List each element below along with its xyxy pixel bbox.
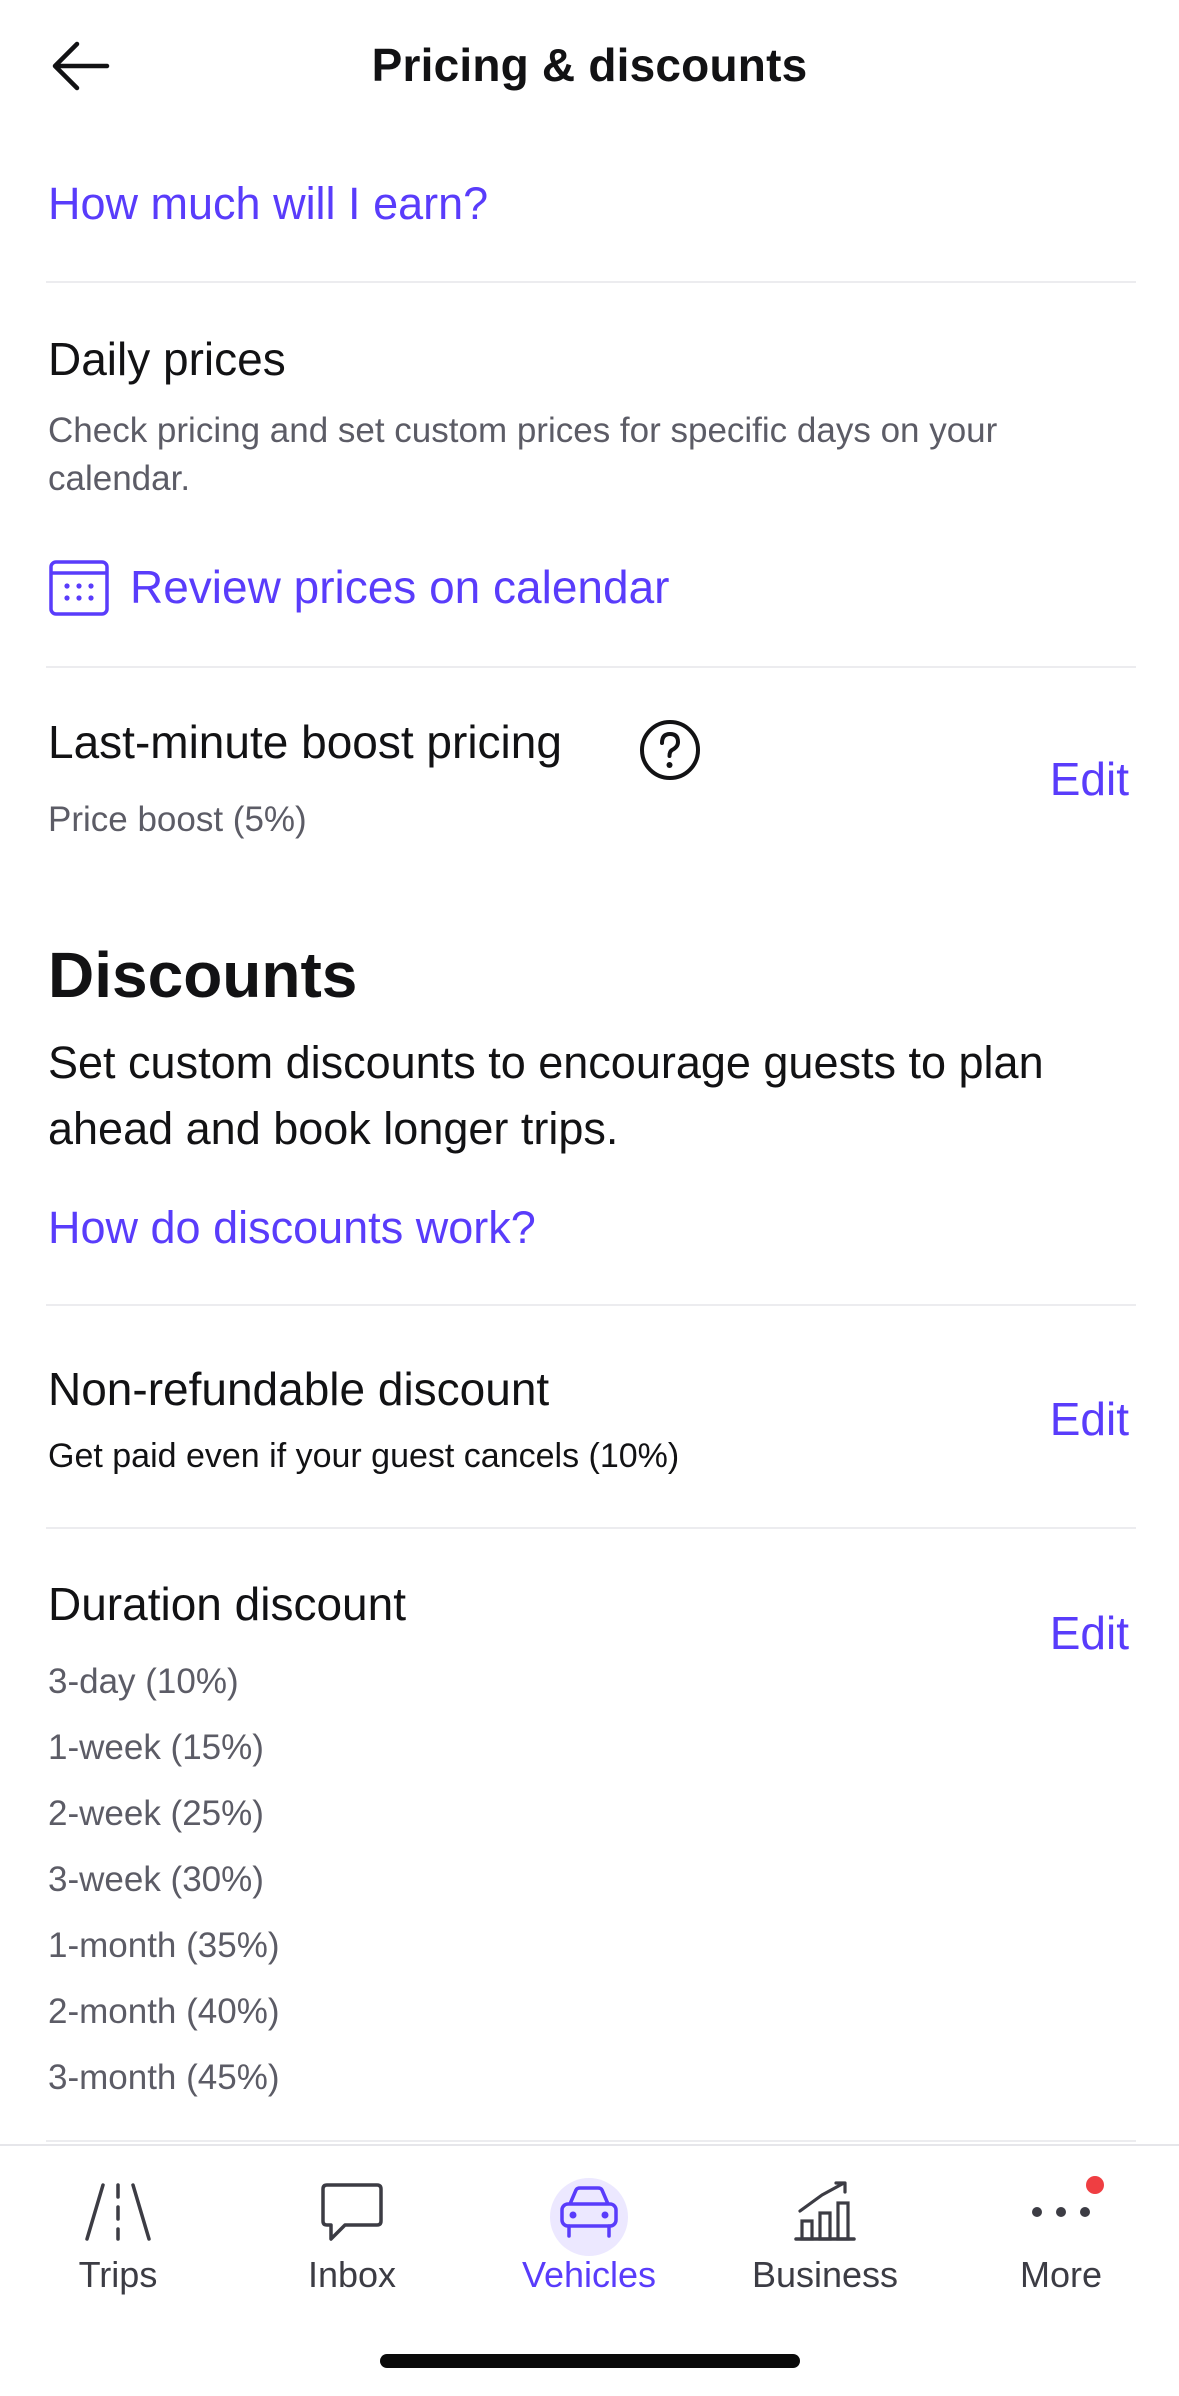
boost-detail: Price boost (5%) — [48, 800, 307, 839]
nav-vehicles[interactable]: Vehicles — [471, 2146, 707, 2296]
road-icon — [73, 2172, 163, 2252]
divider — [46, 281, 1136, 283]
review-calendar-link[interactable]: Review prices on calendar — [48, 552, 670, 622]
non-refundable-detail: Get paid even if your guest cancels (10%… — [48, 1437, 680, 1475]
notification-badge — [1086, 2176, 1104, 2194]
divider — [46, 1527, 1136, 1529]
more-dots-icon — [1016, 2172, 1106, 2252]
nav-label: Vehicles — [521, 2254, 657, 2295]
nav-label: Trips — [78, 2254, 158, 2295]
discounts-heading: Discounts — [48, 939, 358, 1011]
nav-trips[interactable]: Trips — [0, 2146, 236, 2296]
duration-item: 1-week (15%) — [48, 1728, 264, 1767]
divider — [46, 1304, 1136, 1306]
calendar-icon — [49, 560, 109, 616]
nav-label: Business — [751, 2254, 899, 2295]
edit-non-refundable-button[interactable]: Edit — [1050, 1392, 1129, 1446]
nav-label: More — [1019, 2254, 1103, 2295]
bar-chart-icon — [780, 2172, 870, 2252]
edit-boost-button[interactable]: Edit — [1050, 752, 1129, 806]
review-calendar-label: Review prices on calendar — [130, 561, 670, 613]
duration-list: 3-day (10%) 1-week (15%) 2-week (25%) 3-… — [48, 1657, 279, 2119]
duration-item: 3-day (10%) — [48, 1662, 239, 1701]
page-title: Pricing & discounts — [371, 39, 808, 91]
header: Pricing & discounts — [0, 0, 1179, 140]
how-much-earn-link[interactable]: How much will I earn? — [48, 178, 488, 230]
nav-business[interactable]: Business — [707, 2146, 943, 2296]
daily-prices-title: Daily prices — [48, 333, 286, 385]
boost-title: Last-minute boost pricing — [48, 716, 562, 768]
duration-item: 2-month (40%) — [48, 1992, 280, 2031]
pricing-discounts-screen: Pricing & discounts How much will I earn… — [0, 0, 1179, 2396]
discounts-description: Set custom discounts to encourage guests… — [48, 1037, 1044, 1154]
duration-title: Duration discount — [48, 1578, 406, 1630]
divider — [46, 666, 1136, 668]
daily-prices-description: Check pricing and set custom prices for … — [48, 411, 998, 498]
non-refundable-title: Non-refundable discount — [48, 1363, 550, 1415]
duration-item: 2-week (25%) — [48, 1794, 264, 1833]
chat-bubble-icon — [307, 2172, 397, 2252]
edit-duration-button[interactable]: Edit — [1050, 1606, 1129, 1660]
duration-item: 3-week (30%) — [48, 1860, 264, 1899]
divider — [46, 2140, 1136, 2142]
nav-more[interactable]: More — [943, 2146, 1179, 2296]
duration-item: 1-month (35%) — [48, 1926, 280, 1965]
help-icon[interactable] — [638, 718, 702, 782]
duration-item: 3-month (45%) — [48, 2058, 280, 2097]
car-icon — [544, 2172, 634, 2256]
nav-inbox[interactable]: Inbox — [234, 2146, 470, 2296]
home-indicator[interactable] — [380, 2354, 800, 2368]
nav-label: Inbox — [307, 2254, 397, 2295]
how-discounts-work-link[interactable]: How do discounts work? — [48, 1202, 536, 1254]
